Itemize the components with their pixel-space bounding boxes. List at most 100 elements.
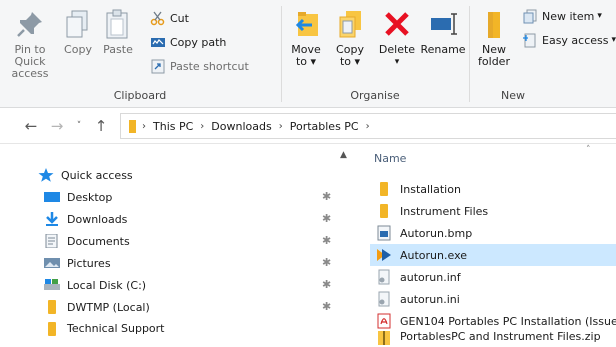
recent-locations-chevron-icon[interactable]: ˅ — [70, 117, 88, 135]
new-item-icon — [522, 8, 538, 24]
easy-access-label: Easy access — [542, 33, 609, 47]
file-row-instrument-files[interactable]: Instrument Files — [370, 200, 616, 222]
folder-icon — [44, 300, 60, 314]
folder-icon — [376, 181, 392, 197]
file-name: Autorun.exe — [400, 248, 468, 262]
breadcrumb-separator-icon[interactable]: › — [366, 121, 370, 132]
copy-to-button[interactable]: Copy to ▾ — [330, 8, 370, 68]
organise-group: Move to ▾ Copy to ▾ Delete ▾ Rename Orga… — [282, 0, 468, 106]
file-row-portables-zip[interactable]: PortablesPC and Instrument Files.zip — [370, 330, 616, 347]
easy-access-button[interactable]: Easy access ▾ — [522, 30, 616, 50]
new-item-button[interactable]: New item ▾ — [522, 6, 602, 26]
pin-icon[interactable]: ✱ — [322, 256, 331, 269]
nav-item-quick-access[interactable]: Quick access — [0, 164, 336, 186]
breadcrumb-separator-icon[interactable]: › — [279, 121, 283, 132]
new-folder-icon — [478, 8, 510, 40]
file-name: Installation — [400, 182, 461, 196]
new-folder-button[interactable]: New folder — [476, 8, 512, 68]
move-to-button[interactable]: Move to ▾ — [286, 8, 326, 68]
sort-ascending-icon: ˄ — [586, 145, 591, 155]
organise-group-label: Organise — [350, 89, 400, 102]
copy-path-icon — [150, 34, 166, 50]
navigation-scrollbar[interactable] — [336, 145, 353, 347]
move-to-label: Move to ▾ — [291, 43, 321, 68]
nav-item-label: Local Disk (C:) — [67, 278, 147, 292]
scissors-icon — [150, 10, 166, 26]
paste-shortcut-icon — [150, 58, 166, 74]
pdf-icon — [376, 313, 392, 329]
scroll-up-arrow-icon[interactable]: ▲ — [340, 150, 347, 160]
file-row-autorun-inf[interactable]: autorun.inf — [370, 266, 616, 288]
breadcrumb-separator-icon[interactable]: › — [142, 121, 146, 132]
delete-x-icon — [381, 8, 413, 40]
pin-label: Pin to Quick access — [11, 43, 49, 80]
breadcrumb-portables-pc[interactable]: Portables PC — [290, 120, 359, 133]
folder-icon — [44, 322, 60, 336]
copy-path-label: Copy path — [170, 35, 227, 49]
delete-label: Delete — [378, 43, 416, 56]
cut-label: Cut — [170, 11, 189, 25]
nav-item-label: Technical Support — [67, 322, 165, 335]
clipboard-group-label: Clipboard — [113, 89, 167, 102]
move-to-icon — [290, 8, 322, 40]
nav-item-label: Downloads — [67, 212, 128, 226]
copy-path-button[interactable]: Copy path — [150, 32, 226, 52]
file-row-autorun-exe[interactable]: Autorun.exe — [370, 244, 616, 266]
file-row-autorun-ini[interactable]: autorun.ini — [370, 288, 616, 310]
paste-shortcut-button[interactable]: Paste shortcut — [150, 56, 249, 76]
new-folder-label: New folder — [478, 43, 510, 68]
nav-item-local-disk-c[interactable]: Local Disk (C:) — [0, 274, 336, 296]
clipboard-icon — [102, 8, 134, 40]
up-arrow-icon[interactable]: ↑ — [92, 117, 110, 135]
file-row-autorun-bmp[interactable]: Autorun.bmp — [370, 222, 616, 244]
forward-arrow-icon[interactable]: → — [48, 117, 66, 135]
rename-label: Rename — [420, 43, 466, 56]
documents-icon — [44, 233, 60, 249]
copy-label: Copy — [64, 43, 92, 56]
copy-button[interactable]: Copy — [60, 8, 96, 56]
paste-label: Paste — [103, 43, 133, 56]
nav-item-technical-support[interactable]: Technical Support — [0, 318, 336, 347]
pin-icon[interactable]: ✱ — [322, 190, 331, 203]
file-row-gen104-pdf[interactable]: GEN104 Portables PC Installation (Issue … — [370, 310, 616, 332]
zip-icon — [376, 330, 392, 346]
file-name: autorun.inf — [400, 270, 461, 284]
nav-item-downloads[interactable]: Downloads — [0, 208, 336, 230]
address-bar[interactable]: › This PC › Downloads › Portables PC › — [120, 113, 616, 139]
back-arrow-icon[interactable]: ← — [22, 117, 40, 135]
pin-icon[interactable]: ✱ — [322, 234, 331, 247]
cut-button[interactable]: Cut — [150, 8, 189, 28]
breadcrumb-downloads[interactable]: Downloads — [211, 120, 271, 133]
paste-shortcut-label: Paste shortcut — [170, 59, 249, 73]
new-group-label: New — [501, 89, 525, 102]
column-header-name[interactable]: Name — [374, 152, 406, 165]
settings-file-icon — [376, 269, 392, 285]
nav-item-pictures[interactable]: Pictures — [0, 252, 336, 274]
nav-item-documents[interactable]: Documents — [0, 230, 336, 252]
rename-button[interactable]: Rename — [420, 8, 466, 56]
new-item-dropdown-arrow: ▾ — [597, 11, 602, 21]
delete-button[interactable]: Delete ▾ — [376, 8, 418, 68]
file-name: GEN104 Portables PC Installation (Issue … — [400, 314, 616, 328]
file-row-installation[interactable]: Installation — [370, 178, 616, 200]
nav-item-label: Quick access — [61, 168, 133, 182]
pin-icon[interactable]: ✱ — [322, 212, 331, 225]
breadcrumb-separator-icon[interactable]: › — [200, 121, 204, 132]
file-name: PortablesPC and Instrument Files.zip — [400, 330, 601, 343]
easy-access-dropdown-arrow: ▾ — [611, 35, 616, 45]
pin-to-quick-access-button[interactable]: Pin to Quick access — [2, 8, 58, 80]
delete-dropdown-arrow[interactable]: ▾ — [376, 56, 418, 68]
nav-item-desktop[interactable]: Desktop — [0, 186, 336, 208]
folder-icon — [129, 119, 136, 133]
address-navigation-bar: ← → ˅ ↑ › This PC › Downloads › Portable… — [0, 108, 616, 144]
paste-button[interactable]: Paste — [98, 8, 138, 56]
easy-access-icon — [522, 32, 538, 48]
pin-icon[interactable]: ✱ — [322, 300, 331, 313]
pin-icon — [14, 8, 46, 40]
pin-icon[interactable]: ✱ — [322, 278, 331, 291]
copy-to-label: Copy to ▾ — [336, 43, 364, 68]
nav-item-dwtmp-local[interactable]: DWTMP (Local) — [0, 296, 336, 318]
breadcrumb-this-pc[interactable]: This PC — [153, 120, 193, 133]
nav-item-label: Pictures — [67, 256, 111, 270]
file-name: autorun.ini — [400, 292, 460, 306]
